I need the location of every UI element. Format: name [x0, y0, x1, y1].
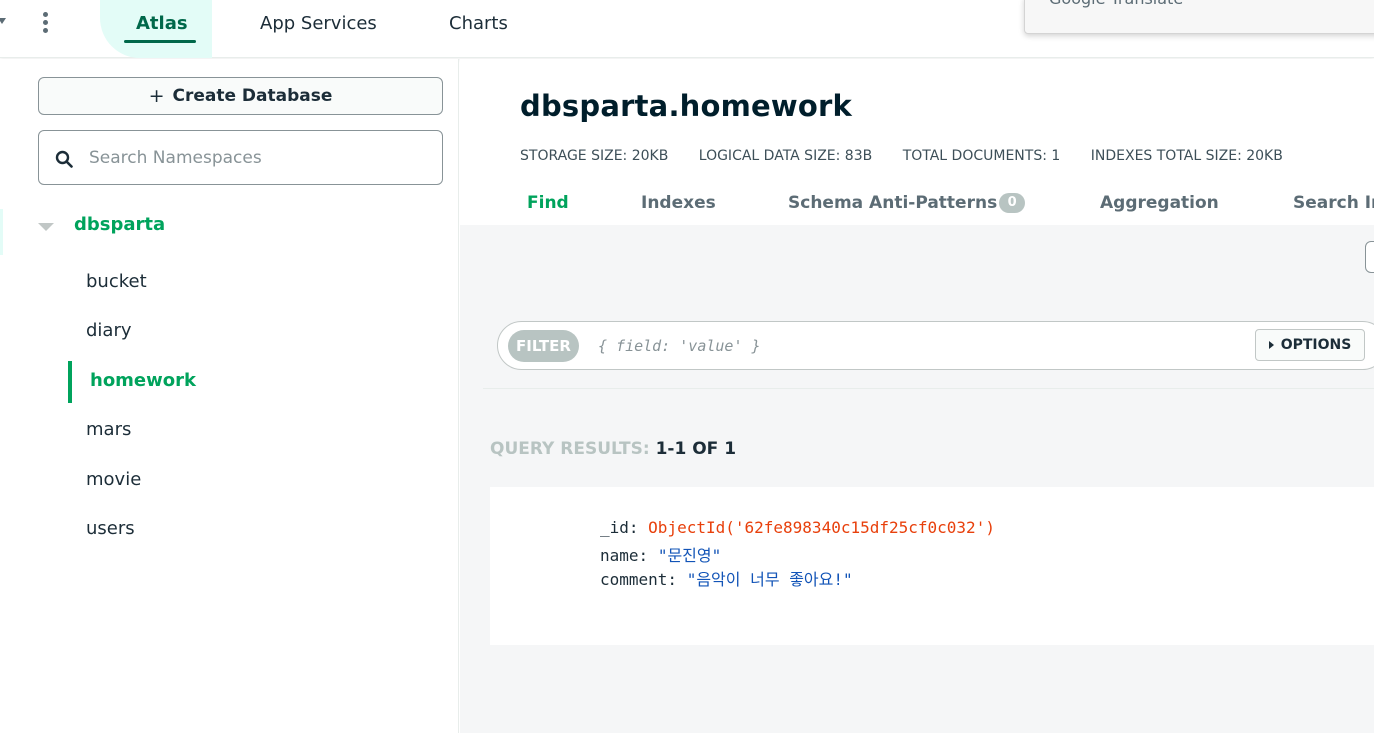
- field-key: _id:: [600, 518, 639, 537]
- create-database-button[interactable]: + Create Database: [38, 77, 443, 115]
- translate-popup-label: Google Translate: [1049, 0, 1183, 8]
- top-navigation: Atlas App Services Charts Google Transla…: [0, 0, 1374, 58]
- nav-tab-atlas[interactable]: Atlas: [136, 11, 188, 37]
- collection-item-diary[interactable]: diary: [86, 318, 132, 344]
- content-area: [460, 225, 1374, 745]
- tab-search-indexes[interactable]: Search In: [1293, 193, 1374, 213]
- nav-tab-charts[interactable]: Charts: [449, 11, 508, 37]
- query-results-label: QUERY RESULTS:: [490, 439, 650, 459]
- divider: [483, 388, 1374, 389]
- collection-item-movie[interactable]: movie: [86, 467, 141, 493]
- collection-item-mars[interactable]: mars: [86, 417, 131, 443]
- filter-bar: FILTER OPTIONS: [497, 321, 1374, 370]
- namespace-search[interactable]: [38, 130, 443, 185]
- tab-find[interactable]: Find: [527, 193, 569, 213]
- storage-size: STORAGE SIZE: 20KB: [520, 148, 669, 164]
- query-results-range: 1-1 OF 1: [655, 439, 737, 459]
- caret-right-icon: [1268, 341, 1274, 349]
- plus-icon: +: [148, 85, 165, 107]
- collection-item-homework[interactable]: homework: [90, 368, 196, 394]
- tab-indexes[interactable]: Indexes: [641, 193, 716, 213]
- total-documents: TOTAL DOCUMENTS: 1: [902, 148, 1061, 164]
- query-results-summary: QUERY RESULTS: 1-1 OF 1: [490, 439, 736, 459]
- tab-schema-anti-patterns[interactable]: Schema Anti-Patterns 0: [788, 193, 1026, 213]
- document-card[interactable]: _id: ObjectId('62fe898340c15df25cf0c032'…: [490, 487, 1374, 645]
- collection-item-bucket[interactable]: bucket: [86, 269, 147, 295]
- field-key: name:: [600, 546, 649, 565]
- filter-input[interactable]: [598, 332, 1238, 360]
- collection-item-users[interactable]: users: [86, 516, 135, 542]
- filter-label: FILTER: [508, 330, 579, 362]
- tab-aggregation[interactable]: Aggregation: [1100, 193, 1219, 213]
- search-namespaces-input[interactable]: [89, 143, 429, 173]
- create-database-label: Create Database: [172, 86, 333, 106]
- tab-schema-label: Schema Anti-Patterns: [788, 193, 998, 213]
- page-title: dbsparta.homework: [520, 89, 853, 123]
- database-item-dbsparta[interactable]: dbsparta: [74, 214, 165, 235]
- indexes-total-size: INDEXES TOTAL SIZE: 20KB: [1090, 148, 1283, 164]
- active-tab-indicator: [124, 40, 196, 43]
- options-label: OPTIONS: [1280, 337, 1352, 353]
- collection-tabs: Find Indexes Schema Anti-Patterns 0 Aggre…: [460, 193, 1374, 225]
- collection-view: dbsparta.homework STORAGE SIZE: 20KB LOG…: [460, 59, 1374, 745]
- field-key: comment:: [600, 570, 678, 589]
- more-options-icon[interactable]: [38, 10, 52, 36]
- field-value: "음악이 너무 좋아요!": [686, 570, 853, 589]
- search-icon: [55, 150, 73, 168]
- document-field-comment: comment: "음악이 너무 좋아요!": [600, 566, 853, 590]
- nav-tab-app-services[interactable]: App Services: [260, 11, 377, 37]
- bottom-edge: [0, 733, 1374, 745]
- sidebar: + Create Database dbsparta bucket diary …: [0, 59, 459, 745]
- toolbar-button[interactable]: [1365, 241, 1374, 273]
- active-collection-indicator: [68, 361, 72, 403]
- field-value: "문진영": [657, 546, 722, 565]
- logical-data-size: LOGICAL DATA SIZE: 83B: [698, 148, 873, 164]
- field-value: ObjectId('62fe898340c15df25cf0c032'): [648, 518, 995, 537]
- caret-down-icon[interactable]: [38, 223, 54, 231]
- options-button[interactable]: OPTIONS: [1255, 329, 1365, 361]
- caret-down-icon[interactable]: [0, 18, 6, 24]
- collection-stats: STORAGE SIZE: 20KB LOGICAL DATA SIZE: 83…: [520, 148, 1309, 164]
- edge-accent: [0, 209, 3, 255]
- translate-popup[interactable]: Google Translate: [1024, 0, 1374, 34]
- schema-count-badge: 0: [999, 193, 1026, 213]
- document-field-name: name: "문진영": [600, 542, 721, 566]
- document-field-id: _id: ObjectId('62fe898340c15df25cf0c032'…: [600, 518, 995, 537]
